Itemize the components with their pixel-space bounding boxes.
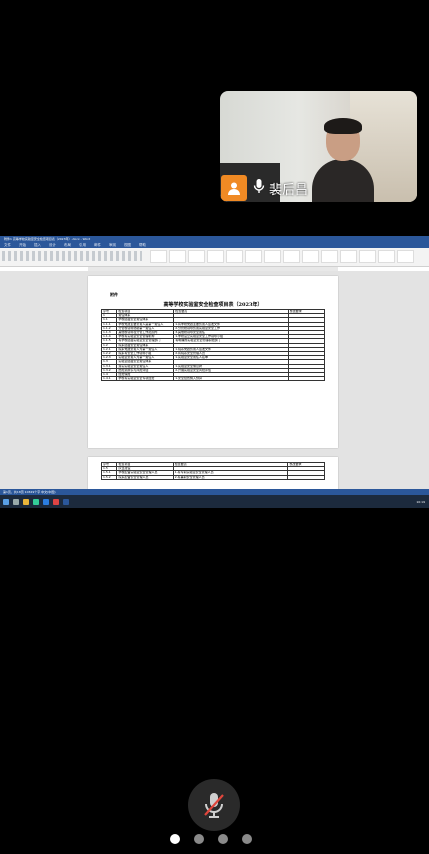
page-indicator <box>170 834 252 844</box>
windows-taskbar: 10:19 <box>0 495 429 508</box>
folder-icon <box>23 498 29 505</box>
participant-name-bar: 裴后昌 <box>220 174 308 202</box>
table-cell: 1.安全经费纳入预算 <box>173 376 289 382</box>
page-dot[interactable] <box>218 834 228 844</box>
table-cell: 学校有实验室安全专项经费 <box>116 376 175 382</box>
microphone-muted-icon <box>204 793 224 818</box>
mute-button[interactable] <box>188 779 240 831</box>
document-page: 附件 高等学校实验室安全检查项目表（2023年） 序号 检查项目 检查要点 整改… <box>88 276 338 448</box>
page-dot[interactable] <box>194 834 204 844</box>
document-title: 高等学校实验室安全检查项目表（2023年） <box>163 302 263 308</box>
table-cell: 1.5.2 <box>100 474 118 480</box>
participant-name: 裴后昌 <box>269 182 309 198</box>
table-cell <box>287 474 325 480</box>
participant-video-tile[interactable]: 裴后昌 <box>220 91 417 202</box>
start-icon <box>3 498 9 505</box>
search-icon <box>13 498 19 505</box>
word-icon <box>63 498 69 505</box>
app-icon <box>43 498 49 505</box>
inspection-table: 序号 检查项目 检查要点 整改要求 1 责任体系 1.1 学校层面安全责任体系 1.1.… <box>100 308 326 382</box>
ribbon-styles <box>150 250 414 263</box>
table-cell: 2.有兼职安全管理人员 <box>172 474 289 480</box>
table-cell: 院系配备安全管理人员 <box>116 474 174 480</box>
page-dot[interactable] <box>170 834 180 844</box>
table-cell <box>287 376 326 382</box>
browser-icon <box>33 498 39 505</box>
shared-screen[interactable]: 附件1 高等学校实验室安全检查项目表（2023年）.docx - Word 文件… <box>0 236 429 508</box>
taskbar-clock: 10:19 <box>416 499 425 504</box>
table-cell: 1.4.1 <box>100 376 118 382</box>
inspection-table: 序号 检查项目 检查要点 整改要求 1.5 队伍建设 1.5.1 学校配备实验室安全管… <box>100 461 325 480</box>
table-row: 1.5.2 院系配备安全管理人员 2.有兼职安全管理人员 <box>100 474 325 480</box>
microphone-icon <box>253 178 265 198</box>
person-icon <box>221 175 247 201</box>
app-icon <box>53 498 59 505</box>
page-dot[interactable] <box>242 834 252 844</box>
ribbon-tools <box>2 251 142 261</box>
attachment-label: 附件 <box>110 292 118 297</box>
document-area: 附件 高等学校实验室安全检查项目表（2023年） 序号 检查项目 检查要点 整改… <box>0 271 429 497</box>
word-ribbon <box>0 248 429 267</box>
table-row: 1.4.1 学校有实验室安全专项经费 1.安全经费纳入预算 <box>100 376 326 382</box>
participant-video <box>312 118 374 202</box>
